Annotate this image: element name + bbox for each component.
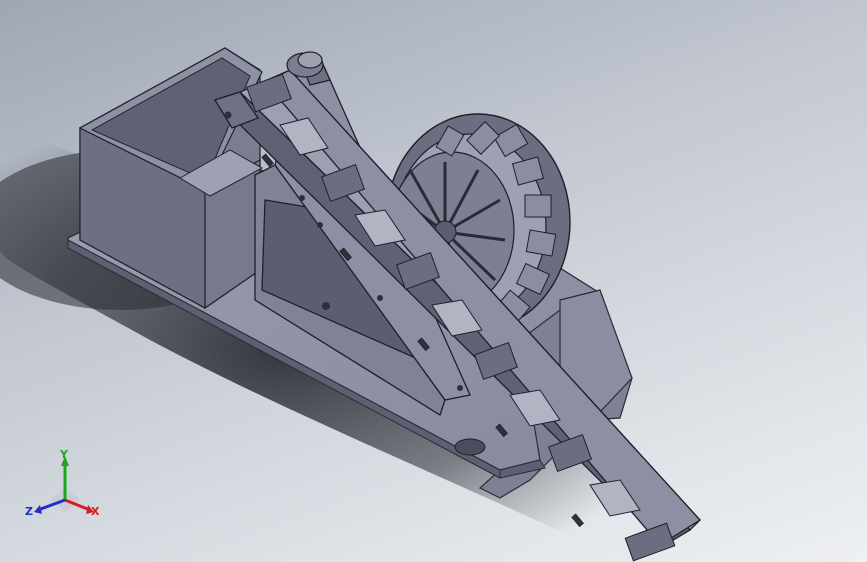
view-orientation-triad: Y X Z: [25, 448, 100, 518]
x-axis-label: X: [91, 505, 100, 518]
top-pulley[interactable]: [286, 51, 324, 78]
graphics-viewport[interactable]: Y X Z: [0, 0, 867, 562]
z-axis-label: Z: [25, 505, 33, 518]
cad-model-view[interactable]: [0, 0, 867, 562]
y-axis-label: Y: [59, 448, 69, 461]
z-arrow-icon: [34, 505, 42, 514]
mounting-hole: [454, 438, 486, 456]
